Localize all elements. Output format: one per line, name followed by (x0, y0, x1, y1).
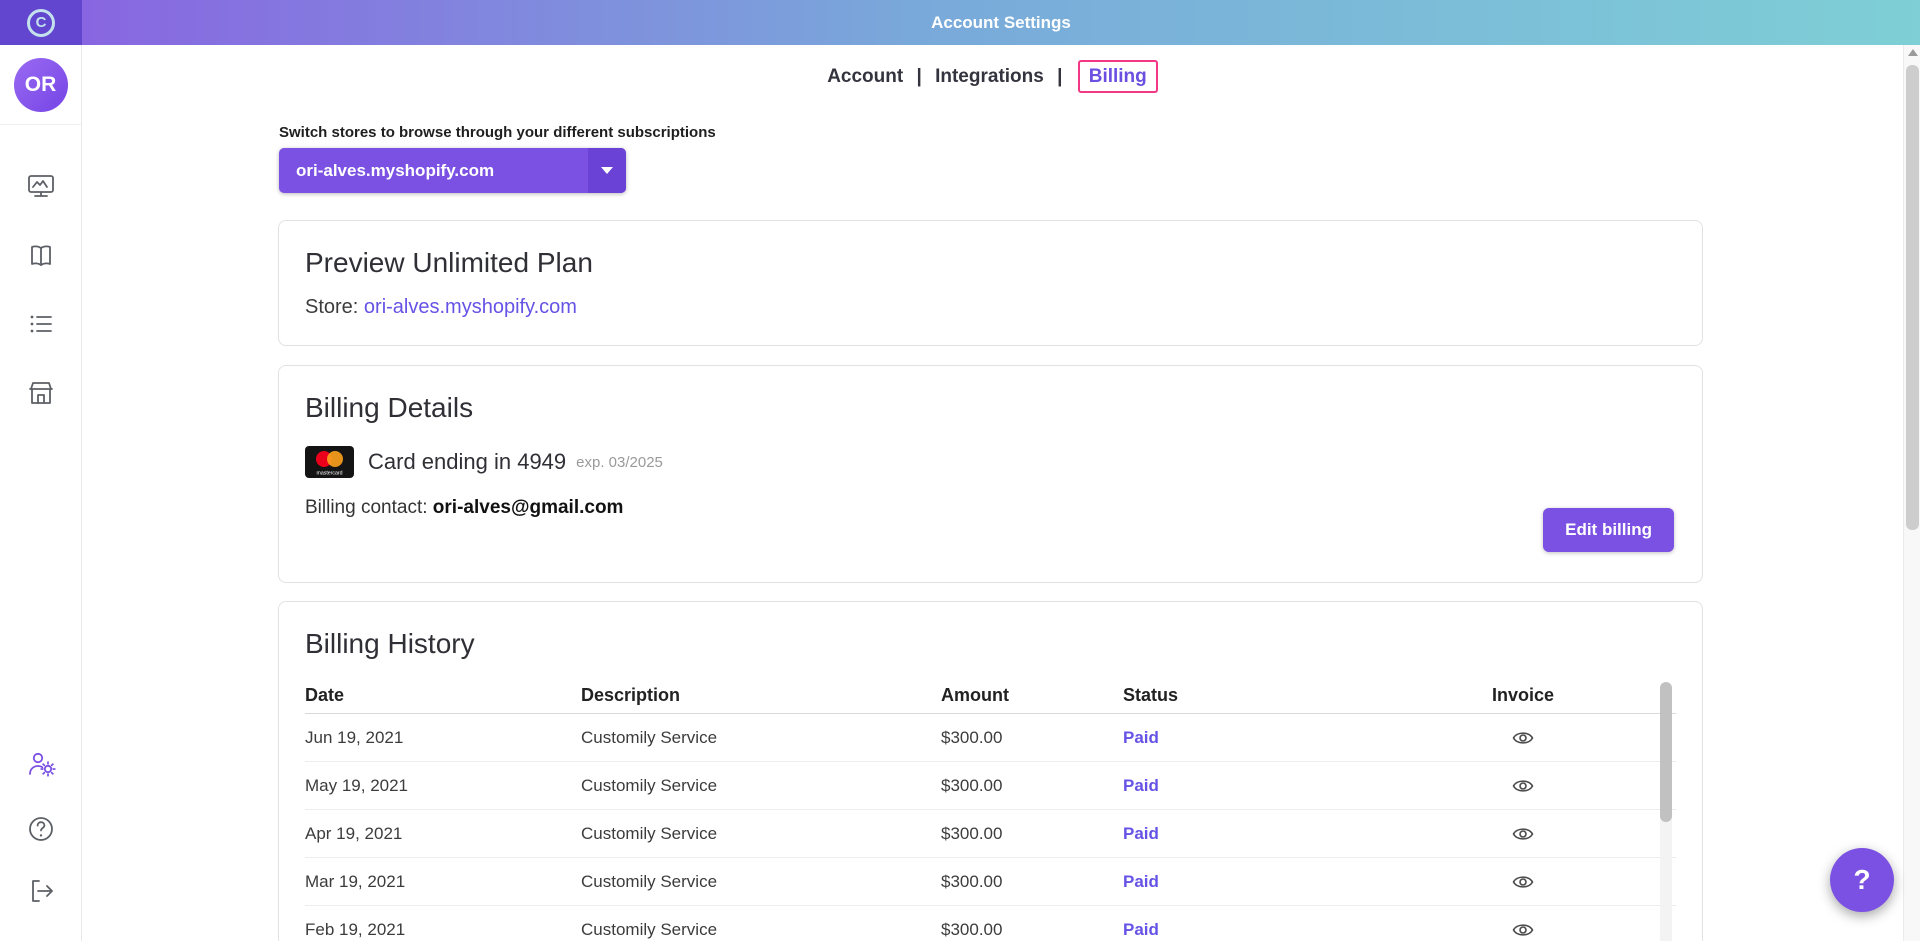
table-header: Date Description Amount Status Invoice (305, 678, 1676, 714)
avatar[interactable]: OR (14, 58, 68, 112)
svg-text:mastercard: mastercard (317, 471, 343, 477)
table-row: Mar 19, 2021 Customily Service $300.00 P… (305, 858, 1676, 906)
cell-status: Paid (1123, 776, 1423, 796)
store-label: Store: (305, 296, 358, 318)
col-invoice: Invoice (1423, 685, 1623, 706)
cell-invoice (1423, 726, 1623, 750)
logout-icon[interactable] (24, 874, 58, 908)
cell-invoice (1423, 774, 1623, 798)
tab-billing[interactable]: Billing (1078, 60, 1158, 93)
billing-history-table: Date Description Amount Status Invoice J… (305, 678, 1676, 941)
col-status: Status (1123, 685, 1423, 706)
table-scrollbar-thumb[interactable] (1660, 682, 1672, 822)
cell-date: Mar 19, 2021 (305, 872, 581, 892)
card-info-row: mastercard Card ending in 4949 exp. 03/2… (305, 446, 1702, 478)
table-row: Apr 19, 2021 Customily Service $300.00 P… (305, 810, 1676, 858)
eye-icon[interactable] (1511, 870, 1535, 894)
mastercard-icon: mastercard (305, 446, 354, 478)
billing-details-title: Billing Details (305, 392, 1702, 424)
scrollbar-up-arrow-icon[interactable] (1908, 49, 1918, 56)
cell-description: Customily Service (581, 824, 941, 844)
sidebar: OR (0, 45, 82, 941)
cell-date: Feb 19, 2021 (305, 920, 581, 940)
card-expiry-text: exp. 03/2025 (576, 454, 663, 471)
billing-history-title: Billing History (305, 628, 1702, 660)
edit-billing-button[interactable]: Edit billing (1543, 508, 1674, 552)
col-amount: Amount (941, 685, 1123, 706)
cell-status: Paid (1123, 824, 1423, 844)
cell-date: Apr 19, 2021 (305, 824, 581, 844)
cell-amount: $300.00 (941, 728, 1123, 748)
cell-description: Customily Service (581, 776, 941, 796)
store-link[interactable]: ori-alves.myshopify.com (364, 296, 577, 318)
eye-icon[interactable] (1511, 918, 1535, 941)
plan-store-line: Store: ori-alves.myshopify.com (305, 296, 1702, 319)
cell-status: Paid (1123, 728, 1423, 748)
eye-icon[interactable] (1511, 822, 1535, 846)
avatar-section: OR (0, 45, 81, 125)
billing-contact-line: Billing contact: ori-alves@gmail.com (305, 497, 1702, 519)
chevron-down-icon[interactable] (588, 148, 626, 193)
plan-card-title: Preview Unlimited Plan (305, 247, 1702, 279)
cell-date: Jun 19, 2021 (305, 728, 581, 748)
billing-contact-email: ori-alves@gmail.com (433, 497, 624, 518)
cell-amount: $300.00 (941, 776, 1123, 796)
cell-invoice (1423, 918, 1623, 941)
store-icon[interactable] (24, 376, 58, 410)
billing-details-card: Billing Details mastercard Card ending i… (278, 365, 1703, 583)
catalog-icon[interactable] (24, 239, 58, 273)
page-scrollbar[interactable] (1903, 45, 1920, 941)
settings-tabs: Account | Integrations | Billing (82, 66, 1903, 88)
col-date: Date (305, 685, 581, 706)
billing-history-card: Billing History Date Description Amount … (278, 601, 1703, 941)
cell-amount: $300.00 (941, 920, 1123, 940)
cell-status: Paid (1123, 920, 1423, 940)
table-row: Feb 19, 2021 Customily Service $300.00 P… (305, 906, 1676, 941)
store-switcher-label: Switch stores to browse through your dif… (279, 124, 716, 141)
design-editor-icon[interactable] (24, 169, 58, 203)
customily-logo: C (27, 9, 55, 37)
cell-status: Paid (1123, 872, 1423, 892)
tab-account[interactable]: Account (827, 66, 903, 87)
store-dropdown-value: ori-alves.myshopify.com (279, 161, 494, 181)
card-ending-text: Card ending in 4949 (368, 449, 566, 475)
tab-separator: | (916, 66, 921, 87)
page-title: Account Settings (82, 0, 1920, 45)
tab-integrations[interactable]: Integrations (935, 66, 1044, 87)
account-users-icon[interactable] (24, 747, 58, 781)
top-bar: C Account Settings (0, 0, 1920, 45)
eye-icon[interactable] (1511, 726, 1535, 750)
store-dropdown[interactable]: ori-alves.myshopify.com (279, 148, 626, 193)
help-icon[interactable] (24, 812, 58, 846)
table-row: Jun 19, 2021 Customily Service $300.00 P… (305, 714, 1676, 762)
col-description: Description (581, 685, 941, 706)
cell-invoice (1423, 822, 1623, 846)
cell-date: May 19, 2021 (305, 776, 581, 796)
orders-list-icon[interactable] (24, 307, 58, 341)
help-fab-button[interactable]: ? (1830, 848, 1894, 912)
page-scrollbar-thumb[interactable] (1906, 65, 1919, 530)
cell-description: Customily Service (581, 728, 941, 748)
plan-card: Preview Unlimited Plan Store: ori-alves.… (278, 220, 1703, 346)
cell-description: Customily Service (581, 920, 941, 940)
tab-separator: | (1057, 66, 1062, 87)
cell-invoice (1423, 870, 1623, 894)
cell-amount: $300.00 (941, 872, 1123, 892)
eye-icon[interactable] (1511, 774, 1535, 798)
billing-contact-label: Billing contact: (305, 497, 428, 518)
app-logo[interactable]: C (0, 0, 82, 45)
table-row: May 19, 2021 Customily Service $300.00 P… (305, 762, 1676, 810)
cell-amount: $300.00 (941, 824, 1123, 844)
cell-description: Customily Service (581, 872, 941, 892)
table-scrollbar[interactable] (1660, 682, 1672, 941)
